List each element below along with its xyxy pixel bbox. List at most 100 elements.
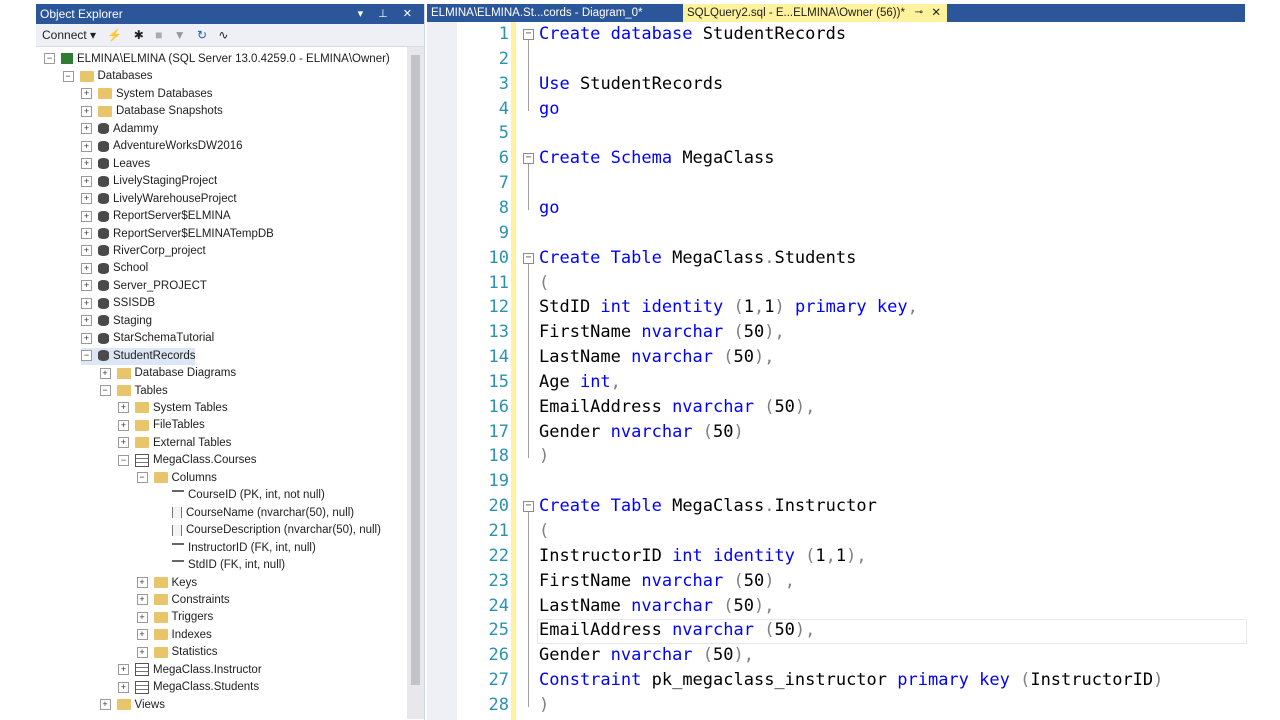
expand-icon[interactable]: +: [136, 611, 148, 623]
tree-node[interactable]: InstructorID (FK, int, null): [155, 540, 316, 557]
connect-button[interactable]: Connect ▾: [42, 28, 96, 42]
tree-node[interactable]: + LivelyWarehouseProject: [81, 191, 237, 208]
collapse-icon[interactable]: −: [118, 454, 129, 466]
expand-icon[interactable]: +: [81, 227, 92, 239]
code-line[interactable]: (: [539, 271, 549, 296]
code-line[interactable]: StdID int identity (1,1) primary key,: [539, 295, 918, 320]
expand-icon[interactable]: +: [81, 262, 92, 274]
tree-node[interactable]: + Constraints: [136, 592, 230, 609]
tree-node[interactable]: + ReportServer$ELMINA: [81, 208, 231, 225]
tree-node[interactable]: + MegaClass.Students: [118, 679, 259, 696]
tree-node[interactable]: + StarSchemaTutorial: [81, 330, 214, 347]
tree-node[interactable]: − StudentRecords: [81, 347, 196, 365]
connect-plug-icon[interactable]: ⚡: [107, 28, 122, 42]
tree-node[interactable]: + Staging: [81, 313, 152, 330]
pin-icon[interactable]: ⊸: [915, 4, 923, 22]
expand-icon[interactable]: +: [118, 664, 129, 676]
expand-icon[interactable]: +: [81, 315, 92, 327]
filter-icon[interactable]: ▼: [174, 28, 186, 42]
tree-node[interactable]: StdID (FK, int, null): [155, 557, 285, 574]
disconnect-icon[interactable]: ✱: [134, 28, 144, 42]
code-line[interactable]: go: [539, 196, 559, 221]
expand-icon[interactable]: +: [81, 297, 92, 309]
tab-sqlquery2[interactable]: SQLQuery2.sql - E...ELMINA\Owner (56))* …: [683, 4, 947, 22]
code-line[interactable]: Constraint pk_megaclass_instructor prima…: [539, 668, 1163, 693]
code-line[interactable]: LastName nvarchar (50),: [539, 345, 774, 370]
tree-scrollbar[interactable]: [407, 47, 424, 719]
code-line[interactable]: EmailAddress nvarchar (50),: [539, 395, 815, 420]
tree-node[interactable]: + System Databases: [81, 86, 213, 103]
expand-icon[interactable]: +: [81, 123, 92, 135]
tree-node[interactable]: + RiverCorp_project: [81, 243, 206, 260]
expand-icon[interactable]: +: [81, 105, 92, 117]
query-editor[interactable]: 1 Create database StudentRecords −2 3 Use St…: [427, 22, 1247, 720]
code-line[interactable]: Create Schema MegaClass: [539, 146, 774, 171]
tree-node[interactable]: + Database Diagrams: [99, 365, 236, 382]
collapse-icon[interactable]: −: [81, 350, 92, 362]
expand-icon[interactable]: +: [81, 88, 92, 100]
tree-node[interactable]: CourseDescription (nvarchar(50), null): [155, 522, 381, 539]
expand-icon[interactable]: +: [81, 245, 92, 257]
tree-node[interactable]: − Databases: [62, 68, 152, 85]
code-line[interactable]: Gender nvarchar (50),: [539, 643, 754, 668]
expand-icon[interactable]: +: [81, 193, 92, 205]
code-fold-icon[interactable]: −: [523, 501, 534, 513]
expand-icon[interactable]: +: [118, 402, 129, 414]
expand-icon[interactable]: +: [81, 175, 92, 187]
tree-node[interactable]: CourseID (PK, int, not null): [155, 487, 325, 504]
code-line[interactable]: (: [539, 519, 549, 544]
code-line[interactable]: InstructorID int identity (1,1),: [539, 544, 867, 569]
expand-icon[interactable]: +: [118, 437, 129, 449]
collapse-icon[interactable]: −: [44, 53, 55, 65]
tree-node[interactable]: + FileTables: [118, 417, 205, 434]
panel-window-buttons[interactable]: ▾ ⊥ ✕: [358, 4, 418, 24]
tree-node[interactable]: + Triggers: [136, 609, 213, 626]
tree-node[interactable]: + AdventureWorksDW2016: [81, 138, 243, 155]
tree-node[interactable]: + Database Snapshots: [81, 103, 223, 120]
expand-icon[interactable]: +: [81, 332, 92, 344]
expand-icon[interactable]: +: [99, 699, 111, 711]
tree-node[interactable]: + Views: [99, 697, 165, 714]
code-line[interactable]: Age int,: [539, 370, 621, 395]
code-line[interactable]: Create Table MegaClass.Instructor: [539, 494, 877, 519]
expand-icon[interactable]: +: [81, 210, 92, 222]
tree-node[interactable]: + Leaves: [81, 156, 150, 173]
code-fold-icon[interactable]: −: [523, 252, 534, 264]
tree-node[interactable]: − ELMINA\ELMINA (SQL Server 13.0.4259.0 -…: [44, 51, 390, 68]
expand-icon[interactable]: +: [136, 646, 148, 658]
expand-icon[interactable]: +: [118, 681, 129, 693]
code-line[interactable]: LastName nvarchar (50),: [539, 594, 774, 619]
tree-node[interactable]: + Adammy: [81, 121, 158, 138]
tree-node[interactable]: + Server_PROJECT: [81, 278, 207, 295]
tree-node[interactable]: + Statistics: [136, 644, 218, 661]
activity-monitor-icon[interactable]: ∿: [218, 28, 228, 42]
code-line[interactable]: ): [539, 693, 549, 718]
expand-icon[interactable]: +: [81, 280, 92, 292]
tree-node[interactable]: + External Tables: [118, 435, 231, 452]
expand-icon[interactable]: +: [99, 367, 111, 379]
tree-node[interactable]: + System Tables: [118, 400, 228, 417]
tree-node[interactable]: + MegaClass.Instructor: [118, 662, 262, 679]
tree-node[interactable]: + LivelyStagingProject: [81, 173, 217, 190]
tree-node[interactable]: CourseName (nvarchar(50), null): [155, 505, 354, 522]
tree-node[interactable]: + SSISDB: [81, 295, 155, 312]
scrollbar-thumb[interactable]: [411, 55, 420, 685]
code-fold-icon[interactable]: −: [523, 153, 534, 165]
code-line[interactable]: Create Table MegaClass.Students: [539, 246, 856, 271]
code-line[interactable]: EmailAddress nvarchar (50),: [539, 618, 815, 643]
refresh-icon[interactable]: ↻: [197, 28, 207, 42]
tree-node[interactable]: + Indexes: [136, 627, 212, 644]
expand-icon[interactable]: +: [136, 576, 148, 588]
code-line[interactable]: Gender nvarchar (50): [539, 420, 744, 445]
tab-diagram[interactable]: ELMINA\ELMINA.St...cords - Diagram_0*: [431, 4, 643, 22]
expand-icon[interactable]: +: [118, 419, 129, 431]
collapse-icon[interactable]: −: [99, 385, 111, 397]
code-line[interactable]: Use StudentRecords: [539, 72, 723, 97]
tree-node[interactable]: − MegaClass.Courses: [118, 452, 257, 469]
code-line[interactable]: ): [539, 444, 549, 469]
collapse-icon[interactable]: −: [62, 70, 74, 82]
tree-node[interactable]: + School: [81, 260, 148, 277]
code-fold-icon[interactable]: −: [523, 29, 534, 40]
collapse-icon[interactable]: −: [136, 472, 148, 484]
tree-node[interactable]: + ReportServer$ELMINATempDB: [81, 226, 274, 243]
